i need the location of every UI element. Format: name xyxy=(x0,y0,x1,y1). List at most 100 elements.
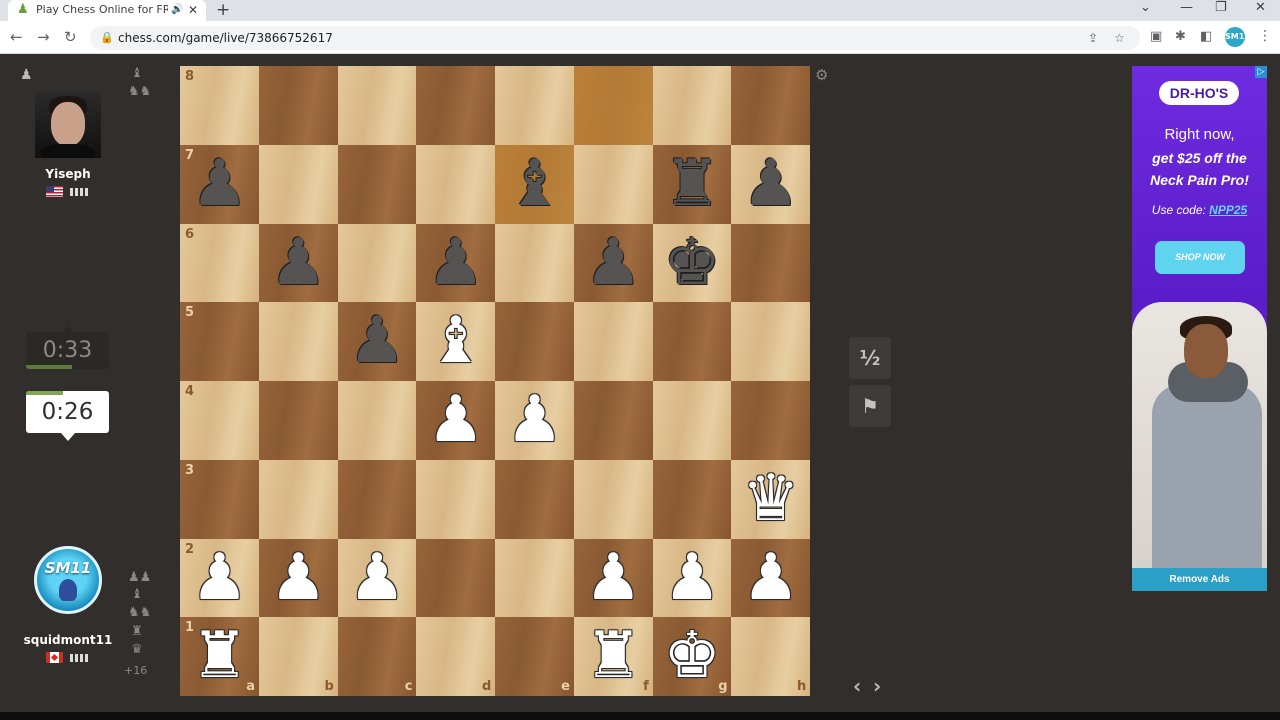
square-c7[interactable] xyxy=(337,144,417,224)
offer-draw-button[interactable]: ½ xyxy=(849,337,891,379)
side-panel-icon[interactable]: ◧ xyxy=(1200,29,1212,45)
square-g5[interactable] xyxy=(652,302,732,382)
close-tab-icon[interactable]: ✕ xyxy=(188,2,198,18)
square-c8[interactable] xyxy=(337,66,417,145)
square-d7[interactable] xyxy=(416,144,496,224)
url-text[interactable]: chess.com/game/live/73866752617 xyxy=(118,31,333,45)
square-e5[interactable] xyxy=(495,302,574,382)
new-tab-button[interactable]: + xyxy=(216,0,230,20)
square-h4[interactable] xyxy=(731,381,811,460)
square-e2[interactable] xyxy=(495,538,574,618)
black-pawn-piece[interactable]: ♟ xyxy=(574,224,653,303)
puzzle-extensions-icon[interactable]: ✱ xyxy=(1175,29,1186,45)
gear-icon[interactable]: ⚙ xyxy=(815,66,828,84)
square-e1[interactable]: e xyxy=(495,617,574,697)
square-e3[interactable] xyxy=(495,459,574,539)
square-a3[interactable]: 3 xyxy=(180,459,259,539)
white-pawn-piece[interactable]: ♟ xyxy=(574,539,653,618)
restore-window-icon[interactable]: ❐ xyxy=(1215,0,1227,16)
black-pawn-piece[interactable]: ♟ xyxy=(180,145,259,224)
square-b3[interactable] xyxy=(258,459,338,539)
forward-arrow-icon[interactable]: → xyxy=(37,28,50,46)
white-pawn-piece[interactable]: ♟ xyxy=(180,539,259,618)
square-b1[interactable]: b xyxy=(258,617,338,697)
white-rook-piece[interactable]: ♜ xyxy=(180,617,259,696)
white-pawn-piece[interactable]: ♟ xyxy=(416,381,495,460)
ad-line-2: get $25 off the xyxy=(1152,150,1247,166)
square-h1[interactable]: h xyxy=(731,617,811,697)
audio-playing-icon[interactable]: 🔊 xyxy=(171,3,183,17)
avatar-bottom-player[interactable]: SM11 xyxy=(34,546,102,614)
square-f3[interactable] xyxy=(573,459,653,539)
square-c1[interactable]: c xyxy=(337,617,417,697)
square-g3[interactable] xyxy=(652,459,732,539)
square-b4[interactable] xyxy=(258,381,338,460)
avatar-top-player[interactable] xyxy=(35,92,101,158)
square-e8[interactable] xyxy=(495,66,574,145)
remove-ads-button[interactable]: Remove Ads xyxy=(1132,568,1267,591)
square-a4[interactable]: 4 xyxy=(180,381,259,460)
bottom-player-name[interactable]: squidmont11 xyxy=(18,633,118,647)
square-h5[interactable] xyxy=(731,302,811,382)
white-rook-piece[interactable]: ♜ xyxy=(574,617,653,696)
next-move-chevron-icon[interactable]: › xyxy=(873,676,881,696)
top-player-name[interactable]: Yiseph xyxy=(18,167,118,181)
kebab-menu-icon[interactable]: ⋮ xyxy=(1258,27,1272,45)
square-d3[interactable] xyxy=(416,459,496,539)
square-h8[interactable] xyxy=(731,66,811,145)
white-pawn-piece[interactable]: ♟ xyxy=(338,539,417,618)
square-e6[interactable] xyxy=(495,223,574,303)
square-a8[interactable]: 8 xyxy=(180,66,259,145)
square-b5[interactable] xyxy=(258,302,338,382)
browser-tab[interactable]: ♟ Play Chess Online for FREE w 🔊 ✕ xyxy=(8,0,206,21)
square-d8[interactable] xyxy=(416,66,496,145)
square-b7[interactable] xyxy=(258,144,338,224)
square-f7[interactable] xyxy=(573,144,653,224)
square-b8[interactable] xyxy=(258,66,338,145)
square-f5[interactable] xyxy=(573,302,653,382)
black-king-piece[interactable]: ♚ xyxy=(653,224,732,303)
chess-board[interactable]: 8 7 6 5 4 3 2 1 a b c d e f g h ♟ ♝ ♜ ♟ ♟ ♟ ♟ ♚ ♟ ♝ ♟ ♟ ♛ ♟ ♟ ♟ ♟ ♟ ♟ ♜ ♜ ♚ xyxy=(180,66,811,697)
square-f4[interactable] xyxy=(573,381,653,460)
square-c6[interactable] xyxy=(337,223,417,303)
black-pawn-piece[interactable]: ♟ xyxy=(731,145,810,224)
white-pawn-piece[interactable]: ♟ xyxy=(259,539,338,618)
black-rook-piece[interactable]: ♜ xyxy=(653,145,732,224)
black-pawn-piece[interactable]: ♟ xyxy=(259,224,338,303)
square-a6[interactable]: 6 xyxy=(180,223,259,303)
square-c3[interactable] xyxy=(337,459,417,539)
black-pawn-piece[interactable]: ♟ xyxy=(416,224,495,303)
square-g8[interactable] xyxy=(652,66,732,145)
reload-icon[interactable]: ↻ xyxy=(64,28,77,46)
white-pawn-piece[interactable]: ♟ xyxy=(495,381,574,460)
profile-avatar[interactable]: SM11 xyxy=(1225,27,1250,47)
tab-search-chevron-icon[interactable]: ⌄ xyxy=(1140,0,1151,16)
minimize-window-icon[interactable]: — xyxy=(1180,0,1193,16)
black-bishop-piece[interactable]: ♝ xyxy=(495,145,574,224)
square-h6[interactable] xyxy=(731,223,811,303)
back-arrow-icon[interactable]: ← xyxy=(10,28,23,46)
resign-flag-button[interactable]: ⚑ xyxy=(849,385,891,427)
bookmark-star-icon[interactable]: ☆ xyxy=(1114,30,1125,46)
square-a5[interactable]: 5 xyxy=(180,302,259,382)
previous-move-chevron-icon[interactable]: ‹ xyxy=(853,676,861,696)
square-c4[interactable] xyxy=(337,381,417,460)
white-pawn-piece[interactable]: ♟ xyxy=(653,539,732,618)
address-bar[interactable]: 🔒 chess.com/game/live/73866752617 ⇪ ☆ xyxy=(90,26,1140,50)
close-window-icon[interactable]: ✕ xyxy=(1255,0,1266,16)
white-pawn-piece[interactable]: ♟ xyxy=(731,539,810,618)
square-d2[interactable] xyxy=(416,538,496,618)
square-f8[interactable] xyxy=(573,66,653,145)
square-g4[interactable] xyxy=(652,381,732,460)
advertisement[interactable]: ▷ DR-HO'S Right now, get $25 off the Nec… xyxy=(1132,66,1267,591)
white-king-piece[interactable]: ♚ xyxy=(653,617,732,696)
shop-now-button[interactable]: SHOP NOW xyxy=(1155,241,1245,274)
white-bishop-piece[interactable]: ♝ xyxy=(416,302,495,381)
share-icon[interactable]: ⇪ xyxy=(1088,30,1098,46)
white-queen-piece[interactable]: ♛ xyxy=(731,460,810,539)
black-pawn-piece[interactable]: ♟ xyxy=(338,302,417,381)
lock-icon[interactable]: 🔒 xyxy=(100,30,114,46)
ad-choices-icon[interactable]: ▷ xyxy=(1255,66,1267,78)
square-d1[interactable]: d xyxy=(416,617,496,697)
extension-icon[interactable]: ▣ xyxy=(1150,29,1162,45)
